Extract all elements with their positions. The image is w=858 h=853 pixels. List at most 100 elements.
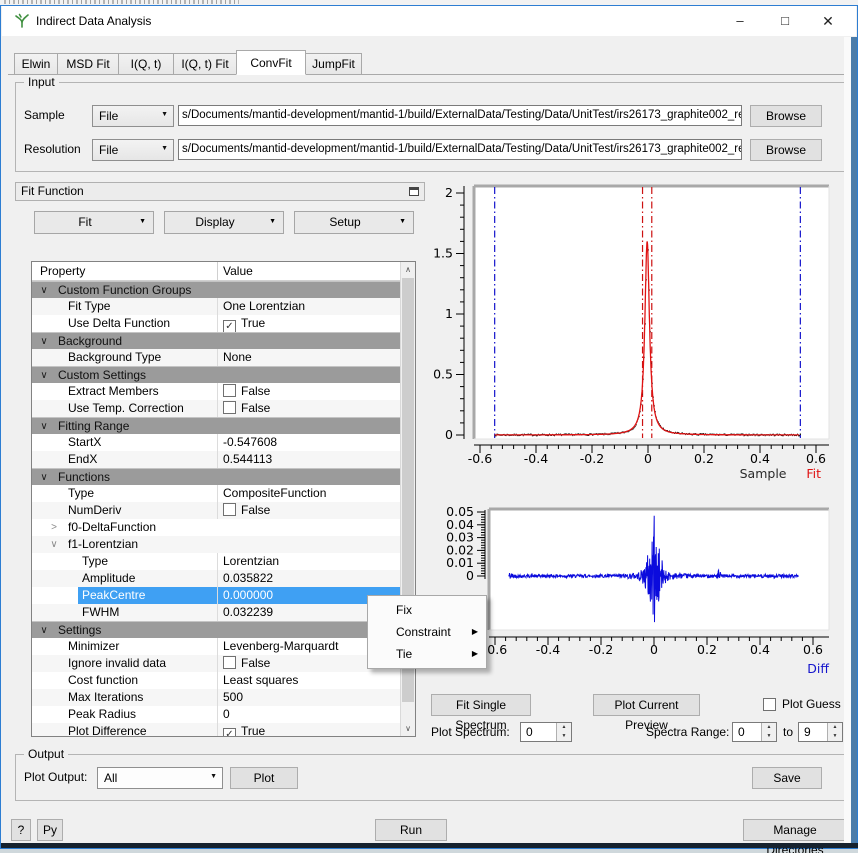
table-row-ignore-invalid-data[interactable]: Ignore invalid dataFalse [32,655,401,672]
float-dock-icon[interactable] [409,187,419,196]
resolution-browse-button[interactable]: Browse [750,139,822,161]
spectra-to-spinner[interactable]: 9 ▲▼ [798,722,843,742]
fit-menu-button[interactable]: Fit ▼ [34,211,154,234]
python-button[interactable]: Py [37,819,63,841]
menu-item-tie[interactable]: Tie▶ [368,643,486,665]
table-row-type[interactable]: TypeCompositeFunction [32,485,401,502]
table-row-fwhm[interactable]: FWHM0.032239 [32,604,401,621]
spin-down-icon[interactable]: ▼ [828,732,842,741]
group-row-fitting-range[interactable]: ∨ Fitting Range [32,417,401,434]
spin-up-icon[interactable]: ▲ [762,723,776,732]
unchecked-checkbox[interactable] [223,503,236,516]
table-row-endx[interactable]: EndX0.544113 [32,451,401,468]
plot-button[interactable]: Plot [230,767,298,789]
tab-convfit[interactable]: ConvFit [236,50,306,75]
chevron-down-icon: ∨ [38,622,50,639]
chevron-down-icon: ∨ [38,418,50,435]
tab-i-q-t-fit[interactable]: I(Q, t) Fit [173,53,237,75]
property-name: Type [82,553,108,570]
scroll-up-icon[interactable]: ∧ [401,262,415,277]
table-row-f1-lorentzian[interactable]: ∨ f1-Lorentzian [32,536,401,553]
table-row-extract-members[interactable]: Extract MembersFalse [32,383,401,400]
tab-msd-fit[interactable]: MSD Fit [57,53,119,75]
table-row-fit-type[interactable]: Fit TypeOne Lorentzian [32,298,401,315]
help-button[interactable]: ? [11,819,31,841]
maximize-icon[interactable]: □ [769,6,801,36]
table-row-peak-radius[interactable]: Peak Radius0 [32,706,401,723]
group-row-settings[interactable]: ∨ Settings [32,621,401,638]
table-row-minimizer[interactable]: MinimizerLevenberg-Marquardt [32,638,401,655]
run-button[interactable]: Run [375,819,447,841]
checked-checkbox[interactable]: ✓ [223,728,236,737]
unchecked-checkbox[interactable] [223,401,236,414]
unchecked-checkbox[interactable] [223,384,236,397]
combo-value: File [99,106,118,126]
sample-browse-button[interactable]: Browse [750,105,822,127]
setup-menu-button[interactable]: Setup ▼ [294,211,414,234]
spin-up-icon[interactable]: ▲ [557,723,571,732]
table-row-startx[interactable]: StartX-0.547608 [32,434,401,451]
fit-property-table[interactable]: Property Value ∨ Custom Function GroupsF… [31,261,416,737]
svg-text:0: 0 [466,568,474,583]
menu-item-constraint[interactable]: Constraint▶ [368,621,486,643]
svg-text:1: 1 [445,306,453,321]
property-name: Use Delta Function [68,315,170,332]
resolution-file-field[interactable]: s/Documents/mantid-development/mantid-1/… [178,139,742,160]
sample-source-combo[interactable]: File ▼ [92,105,174,127]
display-menu-button[interactable]: Display ▼ [164,211,284,234]
chevron-right-icon[interactable]: > [48,519,60,536]
window-bottom-shadow [1,843,858,848]
plot-output-combo[interactable]: All ▼ [97,767,223,789]
sample-file-field[interactable]: s/Documents/mantid-development/mantid-1/… [178,105,742,126]
property-name: StartX [68,434,101,451]
table-row-f0-deltafunction[interactable]: > f0-DeltaFunction [32,519,401,536]
spin-down-icon[interactable]: ▼ [557,732,571,741]
plot-guess-checkbox[interactable] [763,698,776,711]
function-label: f1-Lorentzian [68,536,138,553]
group-row-functions[interactable]: ∨ Functions [32,468,401,485]
table-row-amplitude[interactable]: Amplitude0.035822 [32,570,401,587]
property-value: None [223,349,252,366]
spin-up-icon[interactable]: ▲ [828,723,842,732]
unchecked-checkbox[interactable] [223,656,236,669]
table-row-type[interactable]: TypeLorentzian [32,553,401,570]
scroll-down-icon[interactable]: ∨ [401,721,415,736]
table-row-peakcentre[interactable]: PeakCentre0.000000 [32,587,401,604]
plot-current-preview-button[interactable]: Plot Current Preview [593,694,700,716]
tab-elwin[interactable]: Elwin [14,53,58,75]
group-row-background[interactable]: ∨ Background [32,332,401,349]
column-divider [217,689,218,706]
table-row-plot-difference[interactable]: Plot Difference✓True [32,723,401,737]
table-row-numderiv[interactable]: NumDerivFalse [32,502,401,519]
input-group: Input Sample File ▼ s/Documents/mantid-d… [15,82,845,172]
save-button[interactable]: Save [752,767,822,789]
group-row-custom-function-groups[interactable]: ∨ Custom Function Groups [32,281,401,298]
table-row-use-delta-function[interactable]: Use Delta Function✓True [32,315,401,332]
minimize-icon[interactable]: – [724,6,756,36]
property-value: False [223,655,270,672]
tab-i-q-t-[interactable]: I(Q, t) [118,53,174,75]
tab-jumpfit[interactable]: JumpFit [305,53,362,75]
table-row-background-type[interactable]: Background TypeNone [32,349,401,366]
sample-fit-plot[interactable]: 00.511.52-0.6-0.4-0.200.20.40.6FitSample [433,182,847,482]
spectra-from-spinner[interactable]: 0 ▲▼ [732,722,777,742]
table-row-use-temp-correction[interactable]: Use Temp. CorrectionFalse [32,400,401,417]
resolution-source-combo[interactable]: File ▼ [92,139,174,161]
diff-plot[interactable]: 00.010.020.030.040.05-0.6-0.4-0.200.20.4… [433,502,847,682]
table-row-max-iterations[interactable]: Max Iterations500 [32,689,401,706]
svg-text:0.02: 0.02 [446,542,474,557]
close-icon[interactable]: ✕ [812,6,844,36]
column-divider [217,451,218,468]
spin-down-icon[interactable]: ▼ [762,732,776,741]
fit-single-spectrum-button[interactable]: Fit Single Spectrum [431,694,531,716]
property-name: PeakCentre [82,587,145,604]
manage-directories-button[interactable]: Manage Directories [743,819,847,841]
group-row-custom-settings[interactable]: ∨ Custom Settings [32,366,401,383]
plot-spectrum-spinner[interactable]: 0 ▲▼ [520,722,572,742]
table-row-cost-function[interactable]: Cost functionLeast squares [32,672,401,689]
column-divider [217,604,218,621]
svg-text:-0.4: -0.4 [536,642,560,657]
table-header: Property Value [32,262,401,281]
menu-item-fix[interactable]: Fix [368,599,486,621]
chevron-down-icon[interactable]: ∨ [48,536,60,553]
